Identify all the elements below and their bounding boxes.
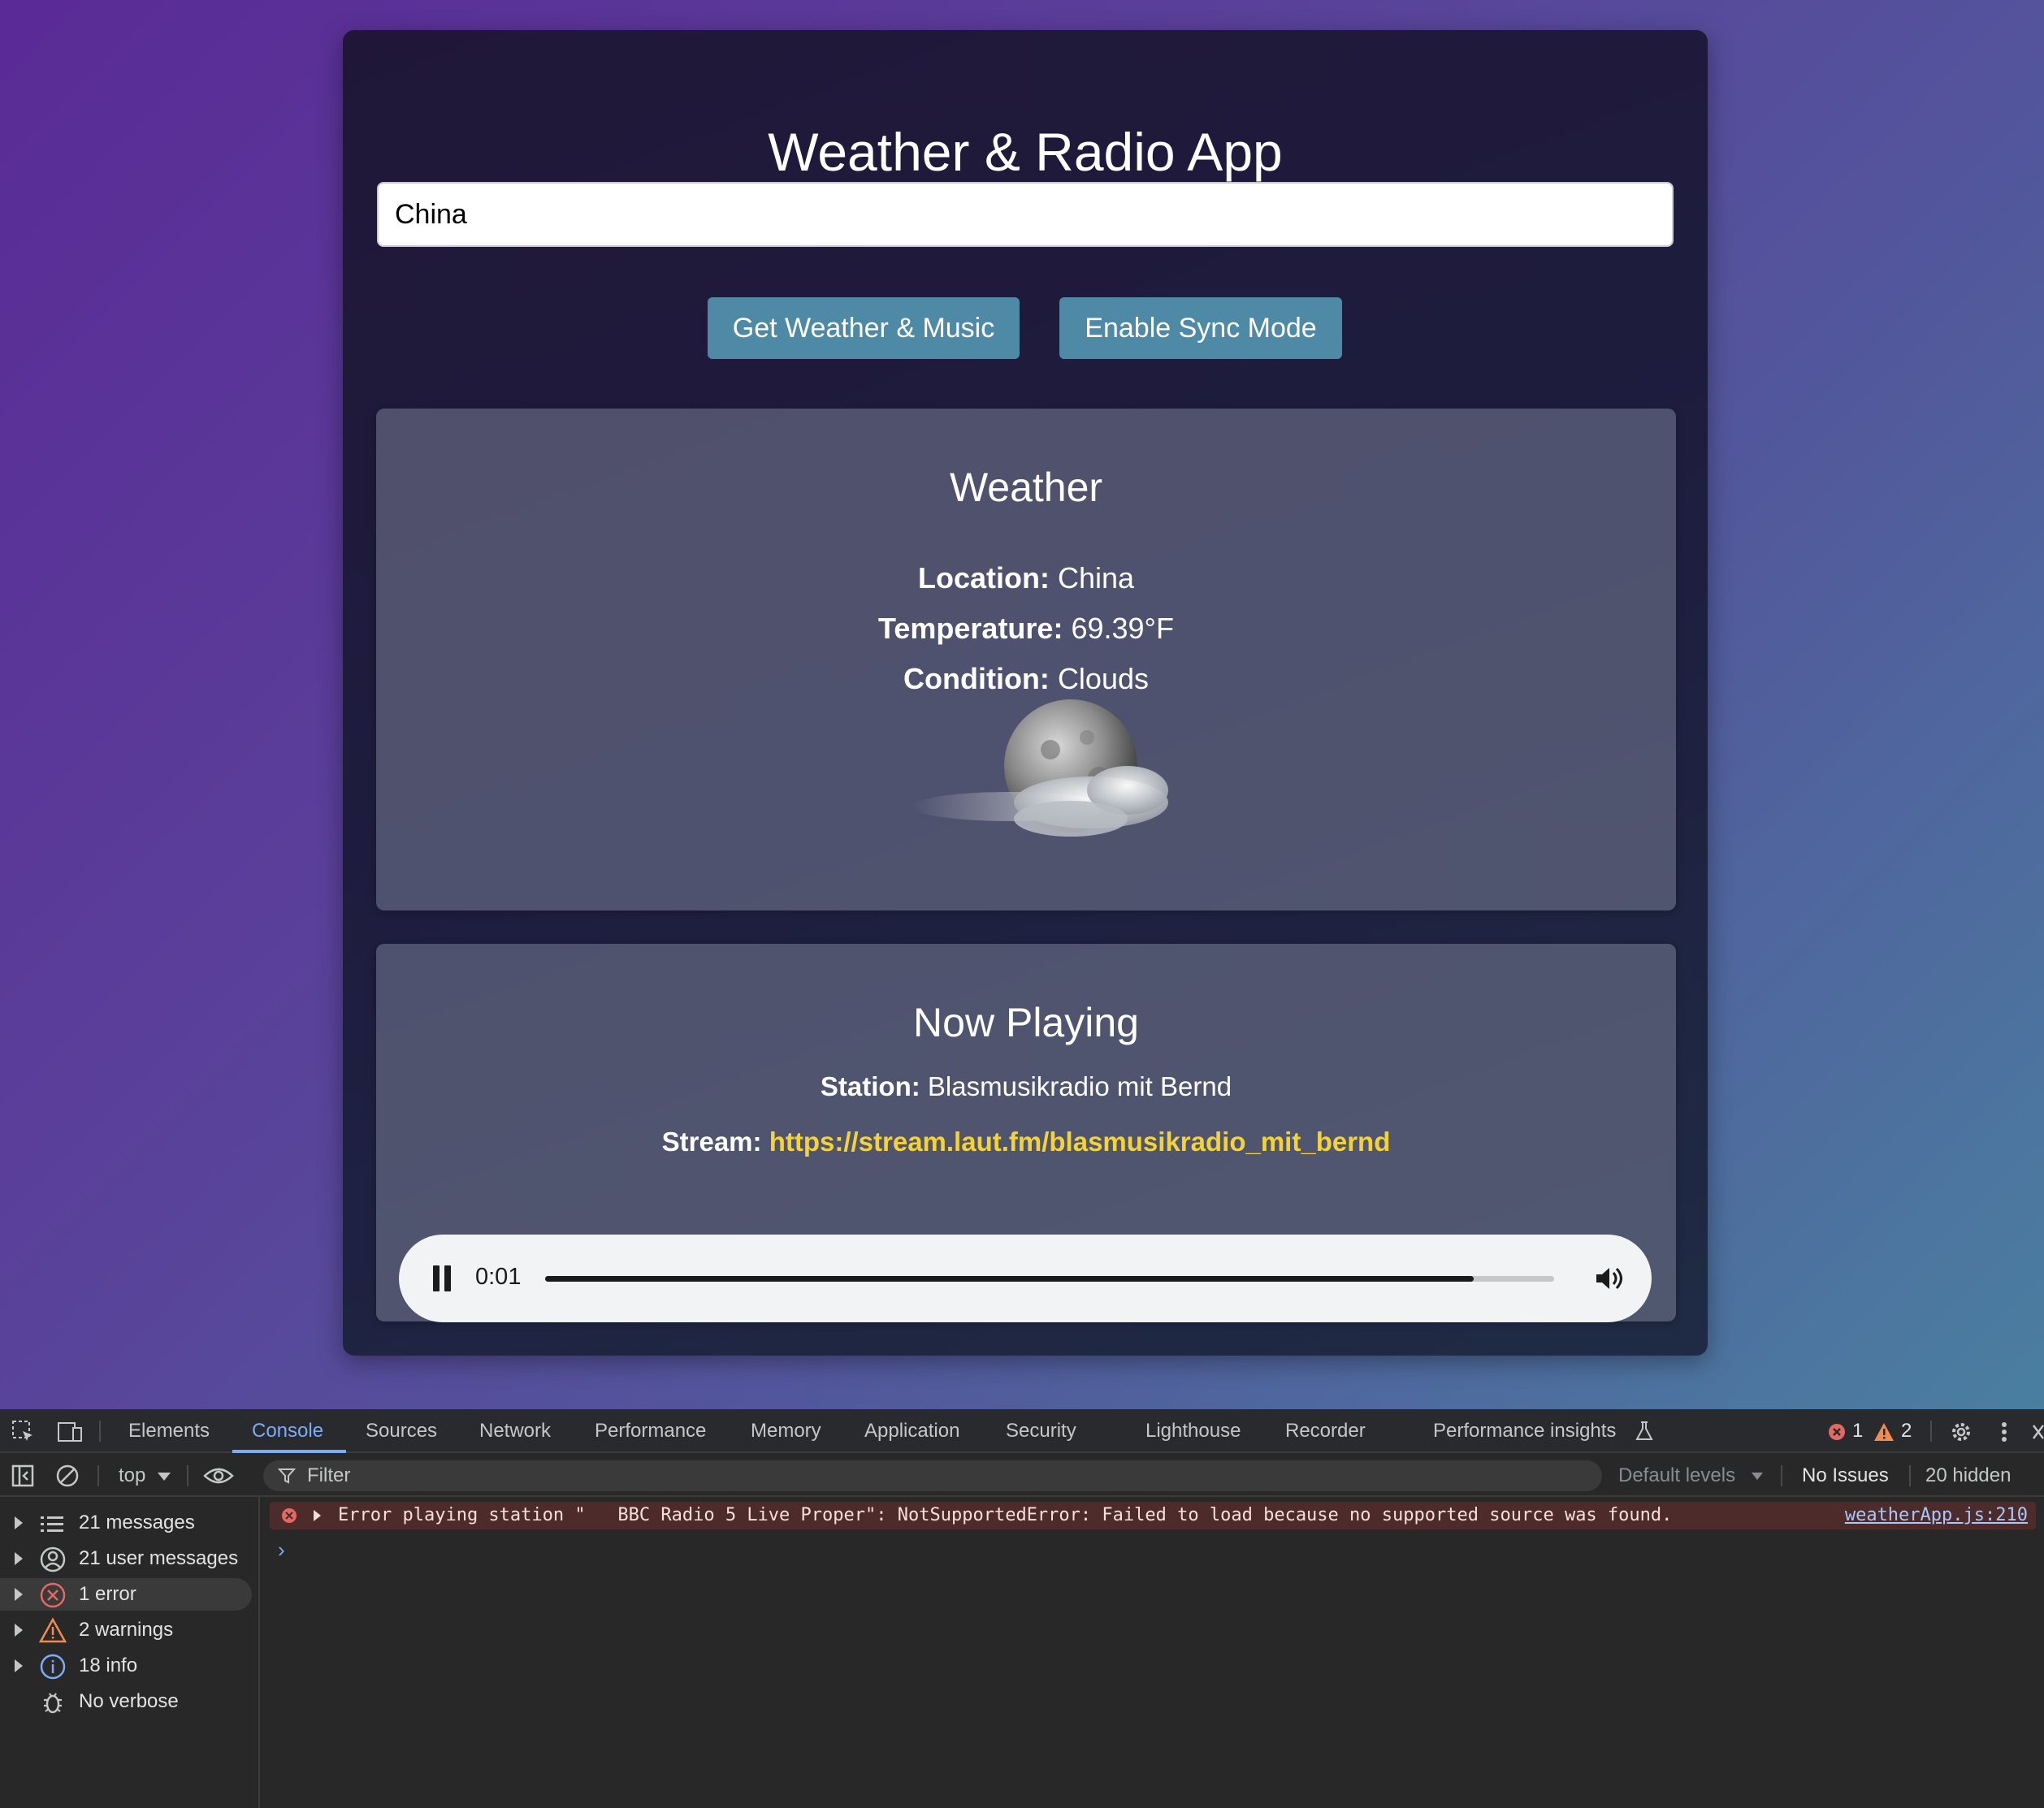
tab-console[interactable]: Console <box>252 1409 323 1453</box>
close-devtools-icon[interactable] <box>2031 1422 2044 1442</box>
now-playing-card: Now Playing Station: Blasmusikradio mit … <box>376 944 1676 1322</box>
user-icon <box>40 1546 66 1572</box>
weather-card: Weather Location: China Temperature: 69.… <box>376 409 1676 910</box>
sidebar-item-label: 21 messages <box>79 1512 195 1533</box>
volume-icon[interactable] <box>1593 1262 1626 1295</box>
tab-recorder[interactable]: Recorder <box>1285 1409 1366 1453</box>
bug-icon <box>44 1693 62 1714</box>
stream-line: Stream: https://stream.laut.fm/blasmusik… <box>376 1127 1676 1157</box>
filter-placeholder: Filter <box>307 1464 351 1486</box>
condition-value: Clouds <box>1057 662 1149 695</box>
app-viewport: Weather & Radio App Get Weather & Music … <box>0 0 2044 1409</box>
levels-dropdown-icon[interactable] <box>1752 1473 1763 1480</box>
error-count[interactable]: 1 <box>1852 1409 1863 1453</box>
warning-count-icon[interactable] <box>1873 1422 1895 1442</box>
enable-sync-mode-button[interactable]: Enable Sync Mode <box>1059 297 1342 359</box>
inspect-element-icon[interactable] <box>11 1420 36 1444</box>
city-search-input[interactable] <box>377 182 1674 247</box>
sidebar-item-label: No verbose <box>79 1690 179 1712</box>
active-tab-indicator <box>232 1450 346 1453</box>
stream-label: Stream: <box>661 1127 762 1157</box>
sidebar-item-label: 21 user messages <box>79 1547 239 1569</box>
location-value: China <box>1057 561 1135 595</box>
tab-network[interactable]: Network <box>479 1409 551 1453</box>
tab-lighthouse[interactable]: Lighthouse <box>1145 1409 1241 1453</box>
hidden-count: 20 hidden <box>1925 1464 2012 1486</box>
sidebar-item-info[interactable]: 18 info <box>0 1650 260 1682</box>
error-count-icon[interactable] <box>1828 1423 1846 1441</box>
tab-sources[interactable]: Sources <box>366 1409 437 1453</box>
pause-icon[interactable] <box>433 1265 453 1291</box>
tab-performance-insights[interactable]: Performance insights <box>1433 1409 1616 1453</box>
live-expression-eye-icon[interactable] <box>203 1464 234 1487</box>
weather-condition: Condition: Clouds <box>376 662 1676 696</box>
console-error-message[interactable]: Error playing station " BBC Radio 5 Live… <box>270 1502 2036 1529</box>
progress-fill <box>545 1276 1474 1282</box>
tab-application[interactable]: Application <box>864 1409 959 1453</box>
sidebar-item-user-messages[interactable]: 21 user messages <box>0 1542 260 1575</box>
console-sidebar: 21 messages 21 user messages 1 error 2 w… <box>0 1497 260 1808</box>
sidebar-item-label: 1 error <box>79 1583 136 1605</box>
stream-link[interactable]: https://stream.laut.fm/blasmusikradio_mi… <box>769 1127 1391 1157</box>
sidebar-item-label: 18 info <box>79 1654 138 1676</box>
clear-console-icon[interactable] <box>55 1464 80 1488</box>
console-prompt-icon[interactable]: › <box>278 1538 285 1563</box>
station-line: Station: Blasmusikradio mit Bernd <box>376 1071 1676 1102</box>
error-icon <box>40 1582 66 1608</box>
info-icon <box>40 1654 66 1680</box>
sidebar-item-verbose[interactable]: No verbose <box>0 1685 260 1718</box>
device-toolbar-icon[interactable] <box>57 1420 83 1444</box>
error-icon <box>282 1508 297 1523</box>
weather-location: Location: China <box>376 561 1676 595</box>
console-toolbar: top Filter Default levels No Issues 20 h… <box>0 1455 2044 1497</box>
sidebar-toggle-icon[interactable] <box>11 1464 36 1488</box>
sidebar-item-messages[interactable]: 21 messages <box>0 1507 260 1539</box>
tab-memory[interactable]: Memory <box>751 1409 821 1453</box>
app-title: Weather & Radio App <box>768 122 1283 182</box>
temperature-label: Temperature: <box>878 612 1063 645</box>
devtools-panel: Elements Console Sources Network Perform… <box>0 1409 2044 1808</box>
temperature-value: 69.39°F <box>1071 612 1174 645</box>
log-levels-dropdown[interactable]: Default levels <box>1618 1455 1735 1497</box>
error-source-link[interactable]: weatherApp.js:210 <box>1845 1502 2028 1529</box>
flask-icon <box>1635 1421 1653 1440</box>
devtools-tabbar: Elements Console Sources Network Perform… <box>0 1409 2044 1453</box>
sidebar-item-errors[interactable]: 1 error <box>0 1578 252 1611</box>
tab-performance[interactable]: Performance <box>595 1409 706 1453</box>
filter-icon <box>278 1468 296 1484</box>
expand-arrow-icon[interactable] <box>314 1510 321 1521</box>
audio-player: 0:01 <box>399 1235 1652 1322</box>
station-label: Station: <box>820 1071 920 1101</box>
night-clouds-weather-icon <box>912 699 1168 837</box>
tab-elements[interactable]: Elements <box>128 1409 210 1453</box>
error-message-text: Error playing station " BBC Radio 5 Live… <box>338 1505 1673 1525</box>
now-playing-heading: Now Playing <box>913 1000 1139 1045</box>
console-output: Error playing station " BBC Radio 5 Live… <box>262 1497 2044 1808</box>
current-time: 0:01 <box>475 1264 522 1290</box>
warning-icon <box>39 1617 67 1643</box>
list-icon <box>41 1516 63 1532</box>
tab-security[interactable]: Security <box>1006 1409 1076 1453</box>
filter-input[interactable]: Filter <box>263 1460 1602 1491</box>
condition-label: Condition: <box>903 662 1050 695</box>
station-value: Blasmusikradio mit Bernd <box>927 1071 1232 1101</box>
issues-button[interactable]: No Issues <box>1802 1455 1889 1497</box>
sidebar-item-label: 2 warnings <box>79 1619 174 1641</box>
weather-heading: Weather <box>949 465 1103 510</box>
context-selector[interactable]: top <box>119 1455 145 1497</box>
more-options-icon[interactable] <box>1999 1419 2010 1445</box>
location-label: Location: <box>917 561 1050 595</box>
app-container: Weather & Radio App Get Weather & Music … <box>343 30 1708 1356</box>
progress-bar[interactable] <box>545 1276 1554 1282</box>
context-dropdown-icon[interactable] <box>158 1473 171 1481</box>
settings-gear-icon[interactable] <box>1948 1419 1974 1445</box>
weather-temperature: Temperature: 69.39°F <box>376 612 1676 646</box>
warning-count[interactable]: 2 <box>1901 1409 1912 1453</box>
sidebar-item-warnings[interactable]: 2 warnings <box>0 1614 260 1646</box>
get-weather-music-button[interactable]: Get Weather & Music <box>708 297 1020 359</box>
